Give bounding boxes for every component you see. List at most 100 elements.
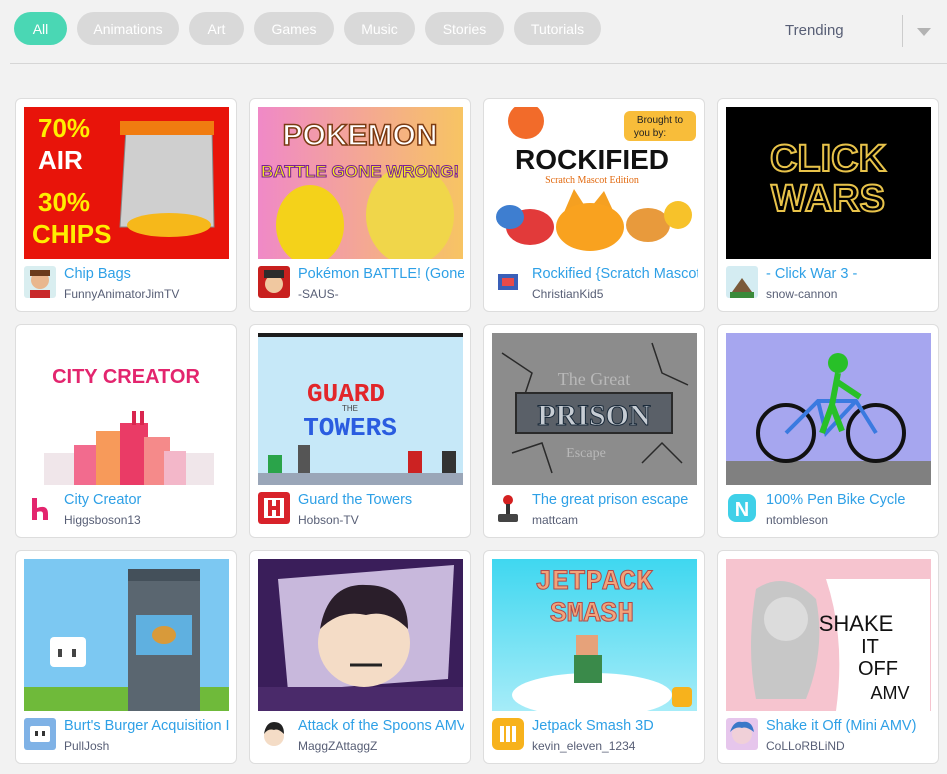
project-title[interactable]: Guard the Towers [298,492,464,508]
thumb-text: SHAKE [819,611,894,636]
sort-dropdown-label[interactable]: Trending [785,22,844,39]
avatar[interactable]: N [726,492,758,524]
project-title[interactable]: Shake it Off (Mini AMV) [766,718,932,734]
filter-games[interactable]: Games [254,12,334,45]
project-author[interactable]: CoLLoRBLiND [766,739,845,753]
filter-all[interactable]: All [14,12,67,45]
project-title[interactable]: - Click War 3 - [766,266,932,282]
thumb-text: TOWERS [303,413,397,443]
project-author[interactable]: kevin_eleven_1234 [532,739,635,753]
avatar[interactable] [492,718,524,750]
project-author[interactable]: Hobson-TV [298,513,359,527]
chevron-down-icon[interactable] [917,28,931,36]
project-title[interactable]: Attack of the Spoons AMV [298,718,464,734]
thumb-text: AIR [38,145,83,175]
project-card[interactable]: JETPACK SMASH Jetpack Smash 3D kevin_ele… [483,550,705,764]
sort-divider [902,15,903,47]
project-title[interactable]: Chip Bags [64,266,230,282]
chip-bag-thumbnail: 70% AIR 30% CHIPS [24,107,229,259]
avatar[interactable] [258,266,290,298]
thumb-text: The Great [558,369,630,389]
pen-bike-thumbnail [726,333,931,485]
project-card[interactable]: CLICK WARS - Click War 3 - snow-cannon [717,98,939,312]
city-creator-thumbnail: CITY CREATOR [24,333,229,485]
avatar[interactable] [726,266,758,298]
project-thumbnail[interactable] [258,559,463,711]
avatar[interactable] [24,718,56,750]
project-thumbnail[interactable] [726,333,931,485]
project-title[interactable]: The great prison escape [532,492,698,508]
thumb-text: ROCKIFIED [515,144,669,175]
project-author[interactable]: Higgsboson13 [64,513,141,527]
thumb-text: IT [861,636,879,658]
project-card[interactable]: Attack of the Spoons AMV MaggZAttaggZ [249,550,471,764]
project-card[interactable]: Burt's Burger Acquisition I PullJosh [15,550,237,764]
filter-divider [10,63,947,64]
project-author[interactable]: snow-cannon [766,287,837,301]
filter-stories[interactable]: Stories [425,12,504,45]
project-thumbnail[interactable]: POKEMON BATTLE GONE WRONG! [258,107,463,259]
project-author[interactable]: -SAUS- [298,287,339,301]
avatar[interactable] [24,492,56,524]
project-card[interactable]: 70% AIR 30% CHIPS Chip Bags FunnyAnimato… [15,98,237,312]
project-author[interactable]: ntombleson [766,513,828,527]
filter-music[interactable]: Music [344,12,415,45]
avatar[interactable] [492,266,524,298]
project-thumbnail[interactable]: Brought to you by: ROCKIFIED Scratch Mas… [492,107,697,259]
filter-animations[interactable]: Animations [77,12,179,45]
avatar[interactable] [492,492,524,524]
category-filter-bar: All Animations Art Games Music Stories T… [14,12,601,45]
project-title[interactable]: 100% Pen Bike Cycle [766,492,932,508]
thumb-text: AMV [870,683,909,703]
project-card[interactable]: The Great PRISON Escape The great prison… [483,324,705,538]
project-thumbnail[interactable]: SHAKE IT OFF AMV [726,559,931,711]
thumb-text: OFF [858,658,898,680]
project-thumbnail[interactable]: CITY CREATOR [24,333,229,485]
project-author[interactable]: PullJosh [64,739,109,753]
project-title[interactable]: Jetpack Smash 3D [532,718,698,734]
avatar[interactable] [24,266,56,298]
project-author[interactable]: mattcam [532,513,578,527]
thumb-text: CHIPS [32,219,111,249]
project-card[interactable]: CITY CREATOR City Creator Higgsboson13 [15,324,237,538]
thumb-text: POKEMON [282,119,437,152]
thumb-text: Scratch Mascot Edition [545,175,639,186]
project-title[interactable]: Pokémon BATTLE! (Gone Wrong) [298,266,464,282]
thumb-text: Escape [566,446,606,461]
project-author[interactable]: FunnyAnimatorJimTV [64,287,179,301]
thumb-text: 30% [38,187,90,217]
project-title[interactable]: City Creator [64,492,230,508]
project-title[interactable]: Rockified {Scratch Mascot Edition} [532,266,698,282]
filter-tutorials[interactable]: Tutorials [514,12,601,45]
project-title[interactable]: Burt's Burger Acquisition I [64,718,230,734]
avatar[interactable] [258,718,290,750]
project-thumbnail[interactable]: JETPACK SMASH [492,559,697,711]
svg-text:N: N [735,499,749,521]
filter-art[interactable]: Art [189,12,244,45]
project-author[interactable]: ChristianKid5 [532,287,603,301]
thumb-text: SMASH [550,599,634,630]
project-card[interactable]: N 100% Pen Bike Cycle ntombleson [717,324,939,538]
avatar[interactable] [258,492,290,524]
guard-towers-thumbnail: GUARD THE TOWERS [258,333,463,485]
thumb-text: JETPACK [535,567,653,598]
thumb-text: CITY CREATOR [52,366,200,388]
thumb-text: you by: [634,128,666,139]
project-thumbnail[interactable]: CLICK WARS [726,107,931,259]
thumb-text: THE [342,404,358,413]
project-thumbnail[interactable]: 70% AIR 30% CHIPS [24,107,229,259]
pokemon-thumbnail: POKEMON BATTLE GONE WRONG! [258,107,463,259]
project-thumbnail[interactable] [24,559,229,711]
project-card[interactable]: POKEMON BATTLE GONE WRONG! Pokémon BATTL… [249,98,471,312]
rockified-thumbnail: Brought to you by: ROCKIFIED Scratch Mas… [492,107,697,259]
project-thumbnail[interactable]: The Great PRISON Escape [492,333,697,485]
thumb-text: PRISON [537,399,651,432]
thumb-text: CLICK [770,138,887,180]
project-card[interactable]: GUARD THE TOWERS Guard the Towers Hobson… [249,324,471,538]
thumb-text: WARS [771,178,885,220]
project-thumbnail[interactable]: GUARD THE TOWERS [258,333,463,485]
project-card[interactable]: SHAKE IT OFF AMV Shake it Off (Mini AMV)… [717,550,939,764]
project-card[interactable]: Brought to you by: ROCKIFIED Scratch Mas… [483,98,705,312]
project-author[interactable]: MaggZAttaggZ [298,739,377,753]
avatar[interactable] [726,718,758,750]
